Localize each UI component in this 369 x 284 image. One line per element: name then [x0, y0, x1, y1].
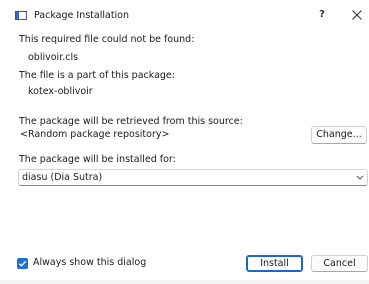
close-icon — [352, 10, 362, 20]
always-show-label: Always show this dialog — [33, 257, 147, 268]
package-installation-dialog: Package Installation ? This required fil… — [0, 0, 369, 284]
window-title: Package Installation — [34, 10, 130, 21]
install-for-label: The package will be installed for: — [19, 154, 176, 165]
source-field: <Random package repository> — [18, 128, 305, 143]
always-show-checkbox[interactable] — [17, 258, 28, 269]
window-bottom-edge — [0, 280, 369, 284]
change-button[interactable]: Change... — [311, 126, 367, 144]
source-value: <Random package repository> — [20, 129, 170, 140]
package-label: The file is a part of this package: — [19, 70, 175, 81]
install-button[interactable]: Install — [246, 255, 303, 272]
missing-file-name: oblivoir.cls — [28, 52, 79, 63]
package-name: kotex-oblivoir — [28, 86, 93, 97]
install-for-select[interactable]: diasu (Dia Sutra) — [18, 169, 368, 186]
install-for-selected: diasu (Dia Sutra) — [22, 172, 103, 183]
help-button[interactable]: ? — [312, 5, 332, 25]
source-label: The package will be retrieved from this … — [19, 116, 243, 127]
close-button[interactable] — [347, 5, 367, 25]
checkmark-icon — [18, 260, 27, 267]
title-bar: Package Installation ? — [0, 0, 369, 30]
window-icon — [15, 11, 27, 20]
not-found-label: This required file could not be found: — [19, 34, 195, 45]
cancel-button[interactable]: Cancel — [311, 255, 368, 272]
chevron-down-icon — [356, 175, 364, 180]
